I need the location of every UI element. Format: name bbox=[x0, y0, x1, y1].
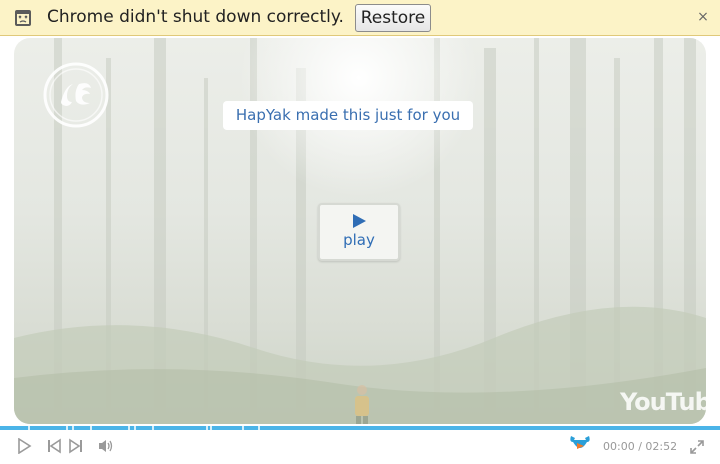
youtube-watermark[interactable]: YouTube bbox=[620, 388, 706, 418]
fullscreen-icon[interactable] bbox=[690, 440, 704, 454]
play-icon[interactable] bbox=[16, 438, 32, 454]
previous-icon[interactable] bbox=[46, 438, 62, 454]
time-display: 00:00 / 02:52 bbox=[603, 440, 678, 453]
hapyak-icon[interactable] bbox=[568, 434, 592, 456]
crash-message: Chrome didn't shut down correctly. bbox=[47, 7, 344, 27]
crashed-page-icon bbox=[15, 10, 31, 26]
volume-icon[interactable] bbox=[97, 438, 115, 454]
crash-infobar: Chrome didn't shut down correctly. Resto… bbox=[0, 0, 720, 36]
video-stage[interactable]: HapYak made this just for you play YouTu… bbox=[14, 38, 706, 424]
restore-button[interactable]: Restore bbox=[355, 4, 431, 32]
ge-logo bbox=[43, 62, 109, 128]
play-label: play bbox=[343, 231, 375, 249]
promo-banner[interactable]: HapYak made this just for you bbox=[223, 101, 473, 130]
close-icon[interactable]: × bbox=[694, 8, 712, 26]
play-icon bbox=[353, 214, 366, 228]
next-icon[interactable] bbox=[68, 438, 84, 454]
player-controls: 00:00 / 02:52 bbox=[0, 430, 720, 464]
play-button[interactable]: play bbox=[318, 203, 400, 261]
